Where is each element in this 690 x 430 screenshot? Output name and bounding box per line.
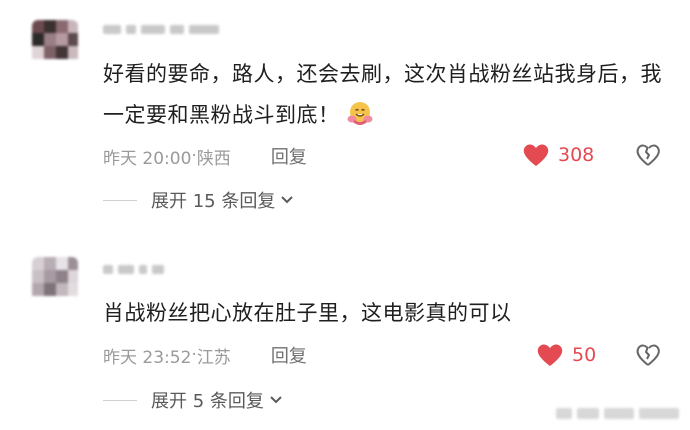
like-button[interactable]: 50 <box>536 341 596 369</box>
avatar-pixel <box>44 20 56 33</box>
avatar[interactable] <box>32 257 78 309</box>
comment-location: 陕西 <box>196 148 231 169</box>
avatar-pixel <box>44 270 56 283</box>
comment-text-content: 肖战粉丝把心放在肚子里，这电影真的可以 <box>103 301 512 325</box>
comment-time: 昨天 23:52 <box>103 347 192 368</box>
avatar-pixel <box>68 20 78 33</box>
avatar-pixel <box>56 20 68 33</box>
divider-line <box>103 199 137 201</box>
heart-icon <box>523 144 549 166</box>
like-button[interactable]: 308 <box>522 141 594 169</box>
expand-replies-button[interactable]: 展开 5 条回复 <box>103 388 283 412</box>
comment-item: 好看的要命，路人，还会去刷，这次肖战粉丝站我身后，我一定要和黑粉战斗到底！ 昨天… <box>0 0 690 235</box>
avatar-pixel <box>68 33 78 46</box>
comment-meta: 昨天 23:52 · 江苏 回复 <box>103 342 307 368</box>
avatar-pixel <box>44 33 56 46</box>
chevron-down-icon <box>270 396 282 404</box>
chevron-down-icon <box>281 196 294 204</box>
broken-heart-icon[interactable] <box>635 142 661 168</box>
avatar-pixel <box>68 46 78 59</box>
divider-line <box>103 399 137 401</box>
comment-meta: 昨天 20:00 · 陕西 回复 <box>103 143 307 169</box>
hugging-face-emoji-icon <box>347 102 372 125</box>
blurred-watermark <box>556 402 682 424</box>
broken-heart-icon[interactable] <box>635 342 661 368</box>
avatar-pixel <box>32 20 44 33</box>
username-blurred[interactable] <box>103 22 219 36</box>
expand-replies-button[interactable]: 展开 15 条回复 <box>103 188 294 212</box>
avatar-pixel <box>56 270 68 283</box>
username-blurred[interactable] <box>103 262 164 276</box>
avatar-pixel <box>32 33 44 46</box>
avatar-pixel <box>68 257 78 270</box>
comment-time: 昨天 20:00 <box>103 148 192 169</box>
avatar-pixel <box>56 46 68 59</box>
expand-replies-label: 展开 15 条回复 <box>151 191 276 212</box>
comment-text: 肖战粉丝把心放在肚子里，这电影真的可以 <box>103 293 663 334</box>
expand-replies-label: 展开 5 条回复 <box>151 391 264 412</box>
comment-text: 好看的要命，路人，还会去刷，这次肖战粉丝站我身后，我一定要和黑粉战斗到底！ <box>103 54 663 136</box>
comment-text-content: 好看的要命，路人，还会去刷，这次肖战粉丝站我身后，我一定要和黑粉战斗到底！ <box>103 62 662 127</box>
avatar-pixel <box>68 270 78 283</box>
reply-button[interactable]: 回复 <box>271 342 307 368</box>
like-count: 50 <box>572 344 597 366</box>
avatar-pixel <box>32 270 44 283</box>
avatar[interactable] <box>32 20 78 72</box>
avatar-pixel <box>56 257 68 270</box>
avatar-pixel <box>44 46 56 59</box>
comment-location: 江苏 <box>196 347 231 368</box>
avatar-pixel <box>32 46 44 59</box>
heart-icon <box>537 344 563 366</box>
avatar-pixel <box>44 283 56 296</box>
avatar-pixel <box>32 283 44 296</box>
avatar-pixel <box>68 283 78 296</box>
avatar-pixel <box>44 257 56 270</box>
avatar-pixel <box>56 283 68 296</box>
like-count: 308 <box>558 144 595 166</box>
avatar-pixel <box>32 257 44 270</box>
reply-button[interactable]: 回复 <box>271 143 307 169</box>
avatar-pixel <box>56 33 68 46</box>
